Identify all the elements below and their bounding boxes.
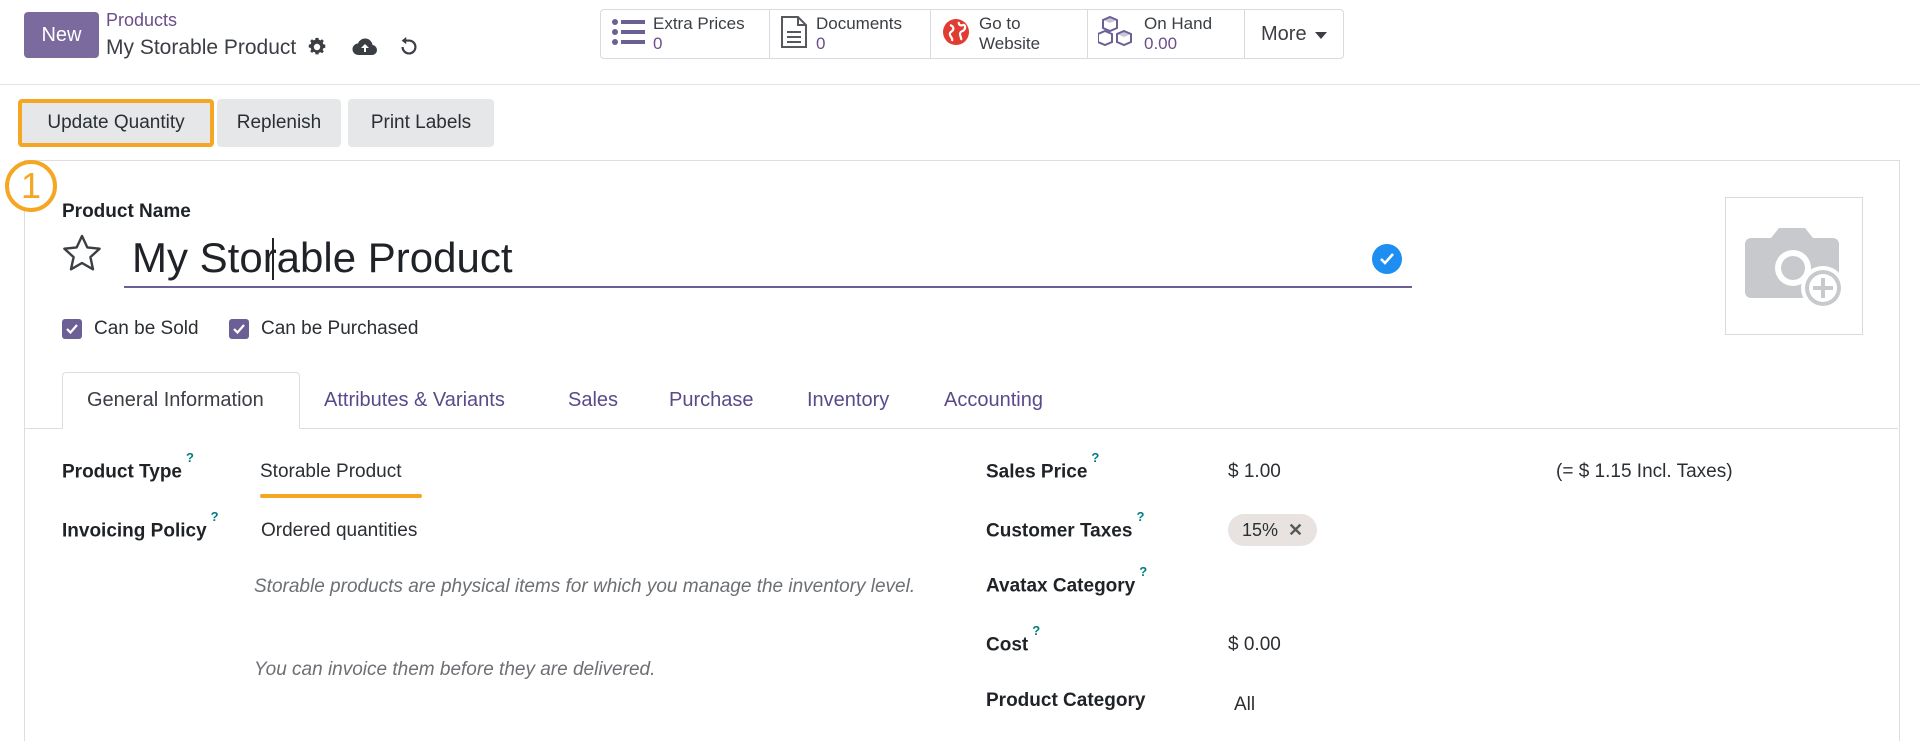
can-be-sold-checkbox[interactable]: Can be Sold	[62, 318, 199, 340]
product-image-upload[interactable]	[1725, 197, 1863, 335]
star-icon[interactable]	[62, 234, 102, 277]
more-dropdown-button[interactable]: More	[1245, 10, 1343, 58]
gear-icon[interactable]	[304, 34, 330, 60]
documents-button[interactable]: Documents 0	[770, 10, 931, 58]
smart-button-label: Go to	[979, 14, 1021, 33]
breadcrumb-products-link[interactable]: Products	[106, 10, 177, 31]
caret-down-icon	[1314, 23, 1327, 46]
smart-buttons: Extra Prices 0 Documents 0 Go to Website On…	[600, 9, 1344, 59]
invoicing-policy-select[interactable]: Ordered quantities	[261, 520, 417, 542]
help-tooltip-icon[interactable]: ?	[186, 450, 194, 465]
discard-icon[interactable]	[396, 34, 422, 60]
highlight-underline	[260, 494, 422, 498]
smart-button-label-2: Website	[979, 34, 1041, 53]
on-hand-button[interactable]: On Hand 0.00	[1088, 10, 1245, 58]
smart-button-label: Documents	[816, 14, 902, 33]
new-button[interactable]: New	[24, 12, 99, 58]
tabs-divider	[24, 428, 1898, 429]
cubes-icon	[1097, 15, 1136, 54]
product-name-value: My Storable Product	[132, 234, 513, 281]
cost-label: Cost?	[986, 623, 1040, 656]
checkbox-checked-icon	[62, 319, 82, 339]
smart-button-label: Extra Prices	[653, 14, 745, 33]
product-type-label: Product Type?	[62, 450, 194, 483]
avatax-category-label-text: Avatax Category	[986, 575, 1136, 597]
control-panel-divider	[0, 84, 1920, 85]
can-be-purchased-label: Can be Purchased	[261, 318, 419, 339]
tab-general-information[interactable]: General Information	[62, 372, 300, 429]
sales-price-label: Sales Price?	[986, 450, 1099, 483]
print-labels-button[interactable]: Print Labels	[348, 99, 494, 147]
help-tooltip-icon[interactable]: ?	[211, 509, 219, 524]
sales-price-label-text: Sales Price	[986, 461, 1088, 483]
product-name-input[interactable]: My Storable Product	[124, 230, 1412, 288]
avatax-category-label: Avatax Category?	[986, 564, 1147, 597]
product-type-note: Storable products are physical items for…	[254, 576, 916, 597]
tab-sales[interactable]: Sales	[544, 372, 642, 428]
sales-price-incl-taxes: (= $ 1.15 Incl. Taxes)	[1556, 461, 1733, 482]
smart-button-label: On Hand	[1144, 14, 1213, 33]
help-tooltip-icon[interactable]: ?	[1032, 623, 1040, 638]
invoice-note: You can invoice them before they are del…	[254, 659, 656, 680]
check-circle-icon	[1372, 244, 1402, 274]
cost-label-text: Cost	[986, 634, 1029, 656]
tab-attributes-variants[interactable]: Attributes & Variants	[300, 372, 529, 428]
product-category-label: Product Category	[986, 690, 1146, 711]
text-caret	[272, 238, 274, 280]
tax-tag-label: 15%	[1242, 519, 1279, 540]
tab-accounting[interactable]: Accounting	[920, 372, 1067, 428]
extra-prices-button[interactable]: Extra Prices 0	[601, 10, 770, 58]
product-name-label: Product Name	[62, 201, 191, 222]
step-callout: 1	[5, 160, 57, 212]
smart-button-value: 0	[653, 34, 663, 53]
help-tooltip-icon[interactable]: ?	[1136, 509, 1144, 524]
customer-taxes-label-text: Customer Taxes	[986, 520, 1133, 542]
invoicing-policy-label-text: Invoicing Policy	[62, 520, 207, 542]
help-tooltip-icon[interactable]: ?	[1139, 564, 1147, 579]
checkbox-checked-icon	[229, 319, 249, 339]
go-to-website-button[interactable]: Go to Website	[931, 10, 1088, 58]
can-be-sold-label: Can be Sold	[94, 318, 199, 339]
invoicing-policy-label: Invoicing Policy?	[62, 509, 219, 542]
help-tooltip-icon[interactable]: ?	[1091, 450, 1099, 465]
product-type-select[interactable]: Storable Product	[260, 461, 402, 483]
more-label: More	[1261, 22, 1307, 45]
tab-purchase[interactable]: Purchase	[645, 372, 778, 428]
camera-plus-icon	[1741, 216, 1847, 317]
cloud-upload-icon[interactable]	[352, 34, 378, 60]
product-category-select[interactable]: All	[1234, 694, 1255, 716]
smart-button-value: 0	[816, 34, 826, 53]
breadcrumb-current: My Storable Product	[106, 36, 297, 59]
sales-price-input[interactable]: $ 1.00	[1228, 461, 1281, 483]
document-icon	[780, 15, 808, 54]
close-icon[interactable]: ✕	[1288, 520, 1303, 541]
can-be-purchased-checkbox[interactable]: Can be Purchased	[229, 318, 418, 340]
smart-button-value: 0.00	[1144, 34, 1178, 53]
customer-taxes-label: Customer Taxes?	[986, 509, 1144, 542]
tax-tag: 15% ✕	[1228, 514, 1318, 546]
tab-inventory[interactable]: Inventory	[783, 372, 913, 428]
update-quantity-button[interactable]: Update Quantity	[18, 99, 214, 147]
globe-icon	[941, 17, 971, 52]
product-type-label-text: Product Type	[62, 461, 182, 483]
replenish-button[interactable]: Replenish	[217, 99, 341, 147]
list-icon	[611, 17, 645, 52]
cost-input[interactable]: $ 0.00	[1228, 634, 1281, 656]
